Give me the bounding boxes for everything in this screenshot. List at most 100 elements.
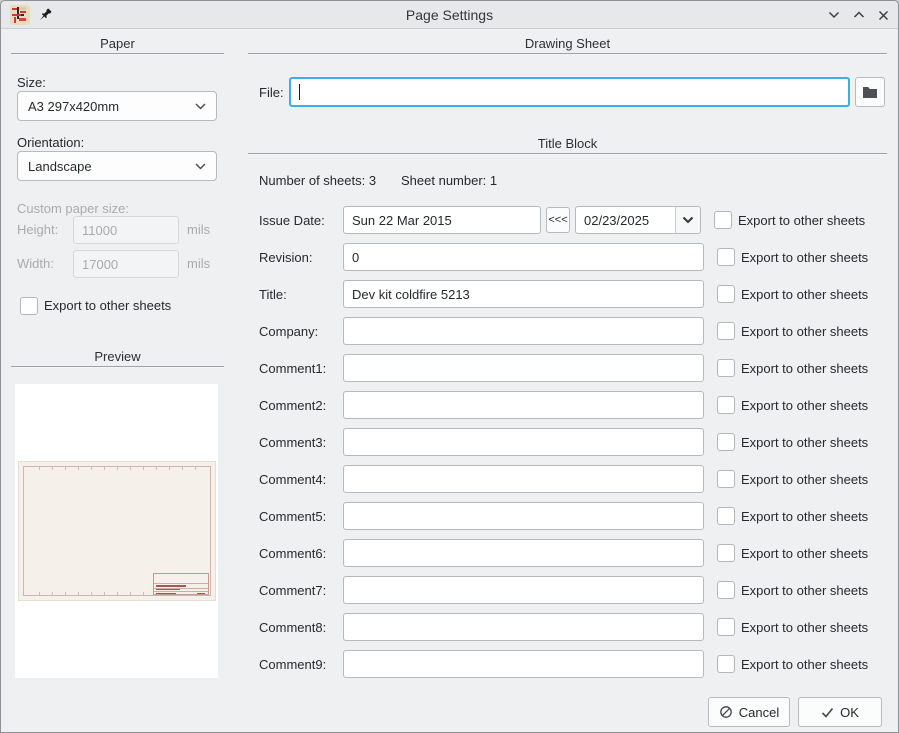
export-checkbox[interactable] <box>717 544 735 562</box>
row-input[interactable] <box>343 502 704 530</box>
export-label: Export to other sheets <box>741 324 868 339</box>
export-checkbox[interactable] <box>717 396 735 414</box>
chevron-up-icon <box>853 11 865 19</box>
date-picker-input[interactable] <box>575 206 678 234</box>
row-label: Comment5: <box>259 509 343 524</box>
export-checkbox[interactable] <box>717 433 735 451</box>
row-input[interactable] <box>343 465 704 493</box>
file-input[interactable] <box>289 77 850 107</box>
title-block-row: Comment8: Export to other sheets <box>248 613 888 641</box>
row-label: Comment6: <box>259 546 343 561</box>
issue-date-input[interactable] <box>343 206 541 234</box>
size-select-value: A3 297x420mm <box>28 99 195 114</box>
row-input[interactable] <box>343 280 704 308</box>
preview-canvas <box>15 384 218 678</box>
export-label: Export to other sheets <box>741 509 868 524</box>
title-block-header: Title Block <box>248 136 887 151</box>
title-block-row: Comment3: Export to other sheets <box>248 428 888 456</box>
check-icon <box>821 707 834 718</box>
orientation-select[interactable]: Landscape <box>17 151 217 181</box>
paper-export-checkbox[interactable] <box>20 297 38 315</box>
row-label: Title: <box>259 287 343 302</box>
close-button[interactable] <box>874 7 892 23</box>
row-input[interactable] <box>343 391 704 419</box>
export-label: Export to other sheets <box>741 546 868 561</box>
cancel-button-label: Cancel <box>739 705 779 720</box>
preview-section-header: Preview <box>9 349 226 364</box>
export-checkbox[interactable] <box>717 248 735 266</box>
copy-date-button[interactable]: <<< <box>546 207 570 233</box>
row-input[interactable] <box>343 650 704 678</box>
drawing-sheet-header: Drawing Sheet <box>248 36 887 51</box>
export-label: Export to other sheets <box>741 435 868 450</box>
maximize-button[interactable] <box>850 7 868 23</box>
titlebar[interactable]: Page Settings <box>1 1 898 29</box>
paper-section-header: Paper <box>9 36 226 51</box>
preview-section-divider <box>11 366 224 368</box>
export-checkbox[interactable] <box>717 507 735 525</box>
export-label: Export to other sheets <box>741 398 868 413</box>
issue-date-label: Issue Date: <box>259 213 343 228</box>
export-checkbox[interactable] <box>717 285 735 303</box>
row-input[interactable] <box>343 354 704 382</box>
title-block-row: Comment9: Export to other sheets <box>248 650 888 678</box>
width-input[interactable] <box>73 250 179 278</box>
date-picker-dropdown-button[interactable] <box>675 206 701 234</box>
export-label: Export to other sheets <box>741 583 868 598</box>
row-label: Company: <box>259 324 343 339</box>
preview-sheet <box>18 461 216 601</box>
export-checkbox[interactable] <box>714 211 732 229</box>
export-label: Export to other sheets <box>741 620 868 635</box>
export-label: Export to other sheets <box>741 472 868 487</box>
chevron-down-icon <box>828 11 840 19</box>
row-label: Comment1: <box>259 361 343 376</box>
title-block-row: Comment6: Export to other sheets <box>248 539 888 567</box>
height-label: Height: <box>17 222 58 238</box>
browse-button[interactable] <box>855 77 885 107</box>
window-title: Page Settings <box>1 7 898 23</box>
title-block-row: Title: Export to other sheets <box>248 280 888 308</box>
export-checkbox[interactable] <box>717 470 735 488</box>
ok-button[interactable]: OK <box>798 697 882 727</box>
title-block-row: Company: Export to other sheets <box>248 317 888 345</box>
title-block-row: Comment4: Export to other sheets <box>248 465 888 493</box>
row-input[interactable] <box>343 613 704 641</box>
size-select[interactable]: A3 297x420mm <box>17 91 217 121</box>
chevron-down-icon <box>195 163 206 170</box>
title-block-row: Comment1: Export to other sheets <box>248 354 888 382</box>
custom-paper-size-label: Custom paper size: <box>17 201 129 217</box>
export-checkbox[interactable] <box>717 618 735 636</box>
cancel-button[interactable]: Cancel <box>708 697 790 727</box>
height-input[interactable] <box>73 216 179 244</box>
row-input[interactable] <box>343 539 704 567</box>
export-checkbox[interactable] <box>717 655 735 673</box>
paper-section-divider <box>11 53 224 55</box>
title-block-divider <box>248 153 887 155</box>
chevron-down-icon <box>682 216 694 224</box>
minimize-button[interactable] <box>825 7 843 23</box>
title-block-row: Comment5: Export to other sheets <box>248 502 888 530</box>
export-checkbox[interactable] <box>717 581 735 599</box>
text-cursor <box>299 84 300 100</box>
row-label: Comment3: <box>259 435 343 450</box>
close-icon <box>878 10 889 21</box>
drawing-sheet-divider <box>248 53 887 55</box>
row-input[interactable] <box>343 243 704 271</box>
row-label: Comment4: <box>259 472 343 487</box>
orientation-select-value: Landscape <box>28 159 195 174</box>
export-label: Export to other sheets <box>741 657 868 672</box>
row-label: Revision: <box>259 250 343 265</box>
issue-date-row: Issue Date: <<< Export to other sheets <box>248 206 888 234</box>
row-label: Comment7: <box>259 583 343 598</box>
row-input[interactable] <box>343 428 704 456</box>
row-input[interactable] <box>343 576 704 604</box>
export-label: Export to other sheets <box>738 213 865 228</box>
export-label: Export to other sheets <box>741 250 868 265</box>
row-input[interactable] <box>343 317 704 345</box>
export-checkbox[interactable] <box>717 322 735 340</box>
export-label: Export to other sheets <box>741 361 868 376</box>
folder-icon <box>862 85 878 99</box>
width-label: Width: <box>17 256 54 272</box>
export-checkbox[interactable] <box>717 359 735 377</box>
height-unit-label: mils <box>187 222 210 238</box>
